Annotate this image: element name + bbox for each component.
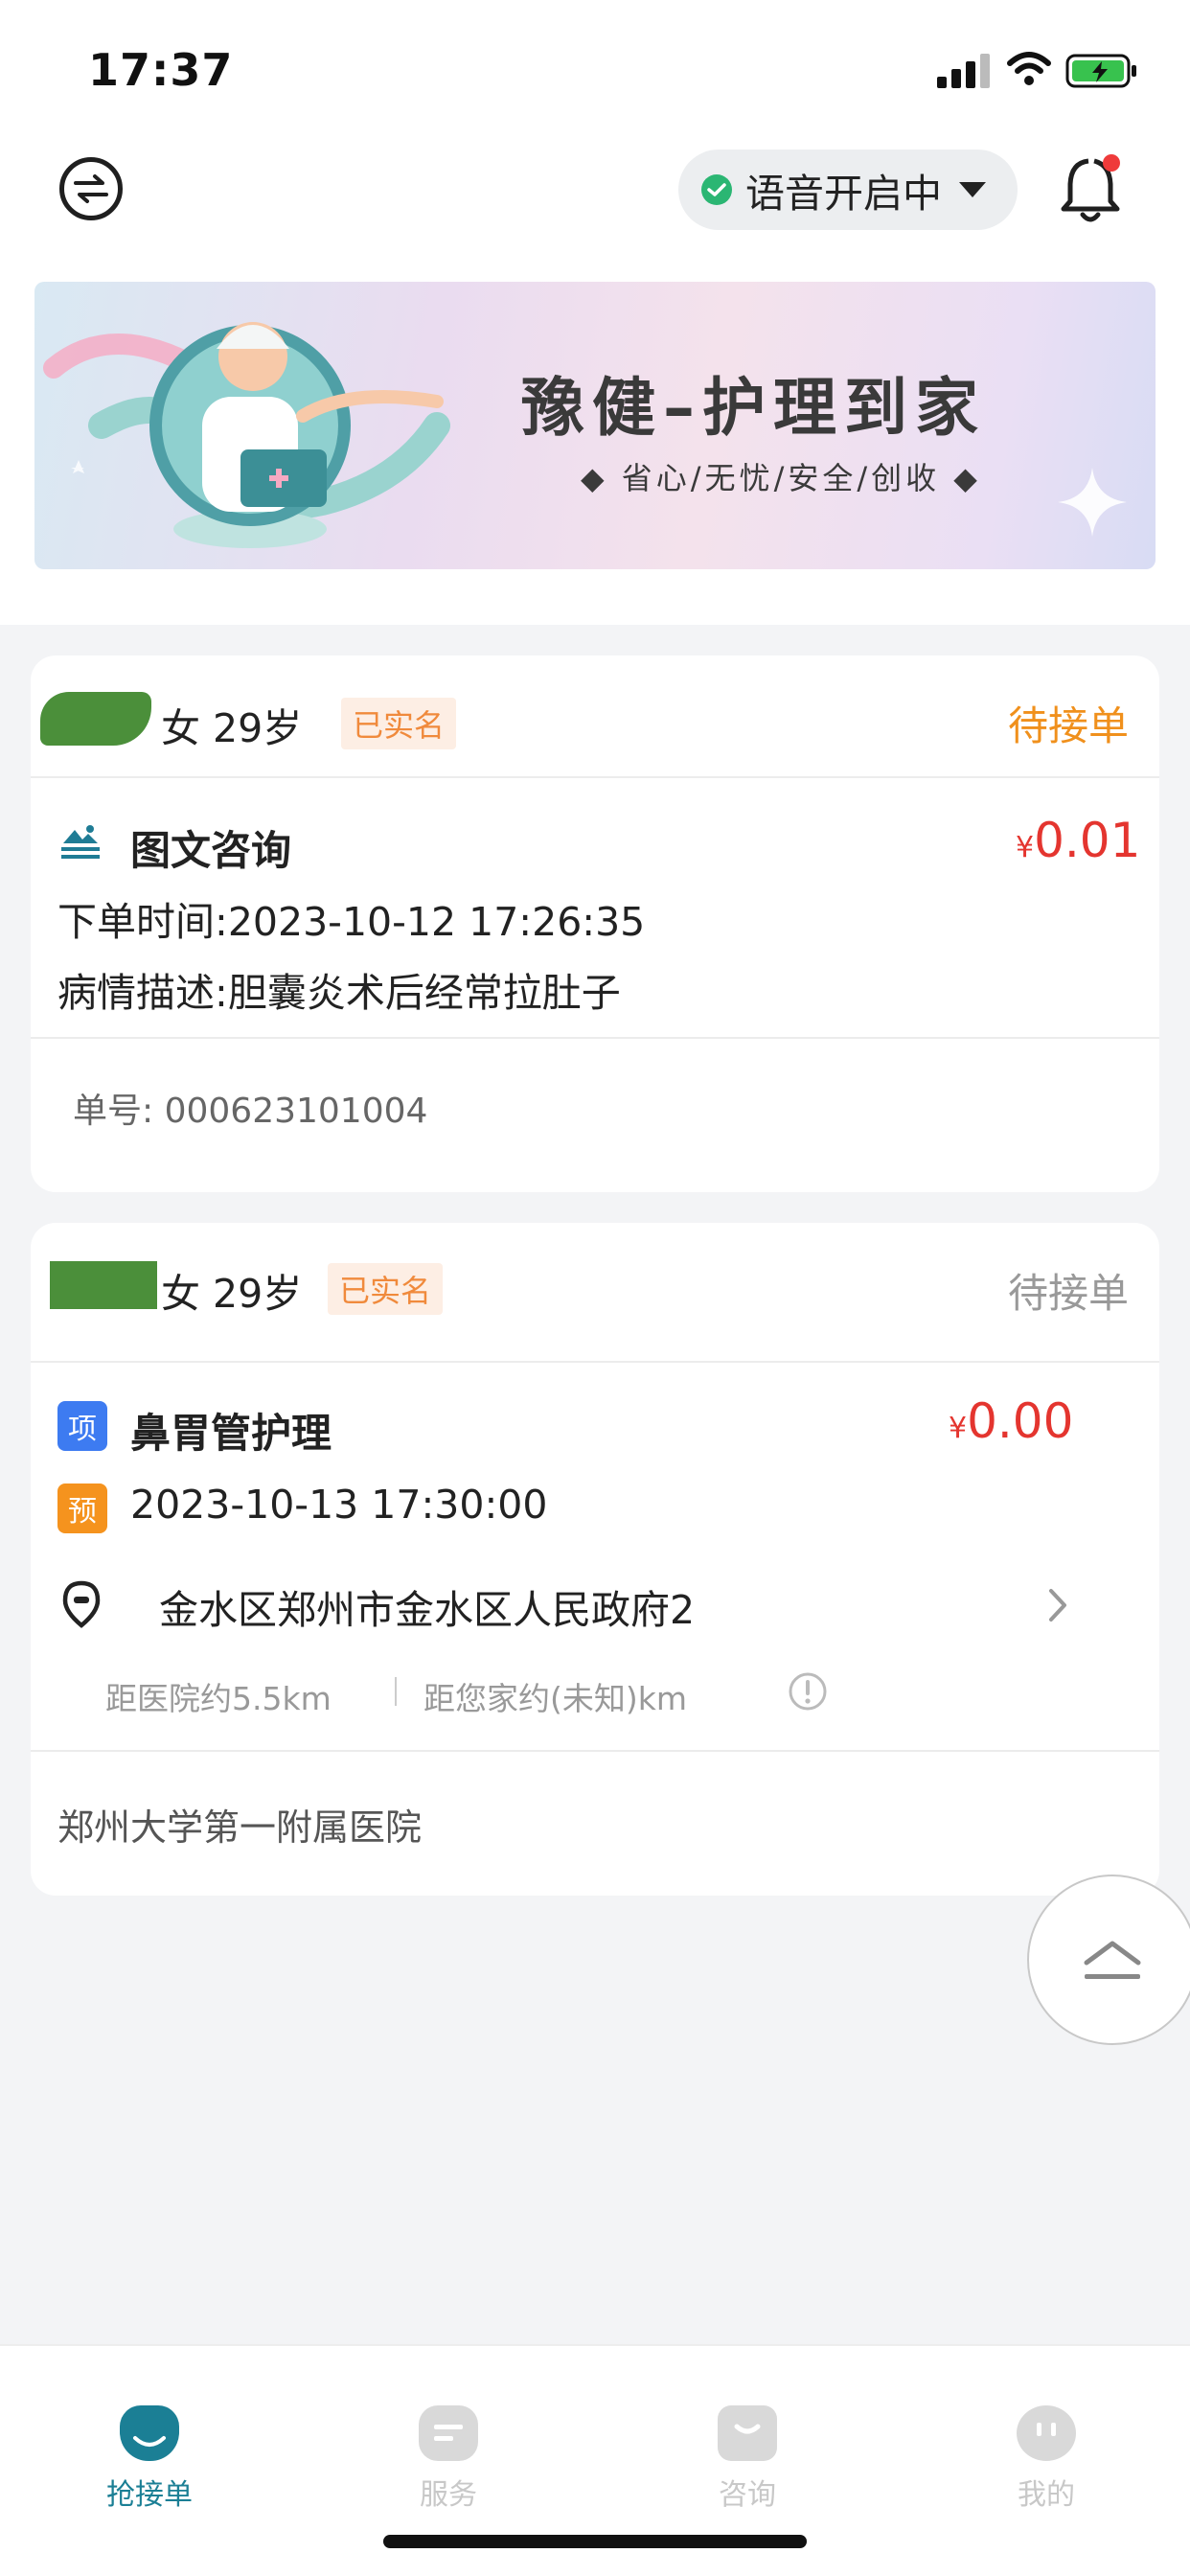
divider <box>31 776 1159 778</box>
banner-title: 豫健–护理到家 <box>521 371 986 445</box>
verified-badge: 已实名 <box>328 1263 444 1315</box>
service-doc-icon <box>419 2405 478 2461</box>
service-title: 图文咨询 <box>130 827 292 874</box>
home-indicator <box>383 2535 807 2548</box>
signal-icon <box>937 54 991 88</box>
switch-menu-button[interactable] <box>59 157 123 220</box>
promo-banner[interactable]: 豫健–护理到家 ◆ 省心/无忧/安全/创收 ◆ <box>34 282 1156 569</box>
service-address: 金水区郑州市金水区人民政府2 <box>159 1587 696 1633</box>
status-time: 17:37 <box>88 44 234 96</box>
order-card[interactable]: 女 29岁 已实名 待接单 项 鼻胃管护理 ¥0.00 预 2023-10-13… <box>31 1223 1159 1896</box>
price-value: 0.01 <box>1034 813 1141 868</box>
condition-description: 病情描述:胆囊炎术后经常拉肚子 <box>57 970 621 1016</box>
order-card[interactable]: 女 29岁 已实名 待接单 图文咨询 ¥0.01 下单时间:2023-10-12… <box>31 656 1159 1192</box>
notification-bell-icon[interactable] <box>1058 153 1125 226</box>
tab-label: 我的 <box>1018 2478 1075 2512</box>
dropdown-caret-icon <box>959 182 986 197</box>
location-pin-icon <box>62 1580 101 1628</box>
divider <box>31 1361 1159 1363</box>
hospital-name: 郑州大学第一附属医院 <box>57 1806 423 1849</box>
separator <box>395 1677 397 1706</box>
tab-label: 咨询 <box>719 2478 776 2512</box>
distance-to-hospital: 距医院约5.5km <box>105 1680 332 1717</box>
voice-toggle[interactable]: 语音开启中 <box>678 150 1018 230</box>
order-status: 待接单 <box>1007 702 1129 749</box>
wifi-icon <box>1007 52 1051 85</box>
project-tag: 项 <box>57 1401 107 1451</box>
tab-consult[interactable]: 咨询 <box>661 2405 834 2513</box>
tab-label: 服务 <box>420 2478 477 2512</box>
currency-symbol: ¥ <box>949 1412 968 1445</box>
tab-service[interactable]: 服务 <box>362 2405 535 2513</box>
service-title: 鼻胃管护理 <box>130 1410 332 1457</box>
swap-icon <box>74 174 108 203</box>
nurse-illustration <box>43 322 450 548</box>
hand-grab-icon <box>120 2405 179 2461</box>
order-status: 待接单 <box>1007 1270 1129 1317</box>
voice-status-label: 语音开启中 <box>745 171 942 217</box>
info-icon[interactable] <box>788 1671 828 1712</box>
check-circle-icon <box>701 174 732 205</box>
banner-subtitle: ◆ 省心/无忧/安全/创收 ◆ <box>581 460 981 496</box>
chevron-up-icon <box>1084 1941 1141 1979</box>
tab-grab-orders[interactable]: 抢接单 <box>63 2405 236 2513</box>
profile-face-icon <box>1017 2405 1076 2461</box>
patient-info: 女 29岁 <box>161 1271 303 1317</box>
verified-badge: 已实名 <box>341 698 457 749</box>
image-text-consult-icon <box>61 825 100 859</box>
order-number: 单号: 000623101004 <box>73 1092 428 1131</box>
battery-charging-icon <box>1065 54 1136 88</box>
tab-mine[interactable]: 我的 <box>960 2405 1133 2513</box>
order-price: ¥0.01 <box>1016 813 1140 868</box>
reserve-tag: 预 <box>57 1484 107 1533</box>
order-time: 下单时间:2023-10-12 17:26:35 <box>57 899 646 945</box>
sparkle-icon <box>1058 468 1127 537</box>
currency-symbol: ¥ <box>1016 831 1035 864</box>
chat-bubble-icon <box>718 2405 777 2461</box>
redacted-name-mask <box>40 692 151 746</box>
order-price: ¥0.00 <box>949 1393 1073 1449</box>
redacted-name-mask <box>50 1261 157 1309</box>
patient-info: 女 29岁 <box>161 705 303 751</box>
scroll-to-top-button[interactable] <box>1027 1874 1190 2045</box>
tab-label: 抢接单 <box>106 2478 193 2512</box>
price-value: 0.00 <box>967 1393 1074 1449</box>
divider <box>31 1037 1159 1039</box>
distance-to-home: 距您家约(未知)km <box>423 1680 688 1717</box>
divider <box>31 1750 1159 1752</box>
appointment-time: 2023-10-13 17:30:00 <box>130 1482 548 1528</box>
chevron-right-icon[interactable] <box>1046 1587 1069 1623</box>
